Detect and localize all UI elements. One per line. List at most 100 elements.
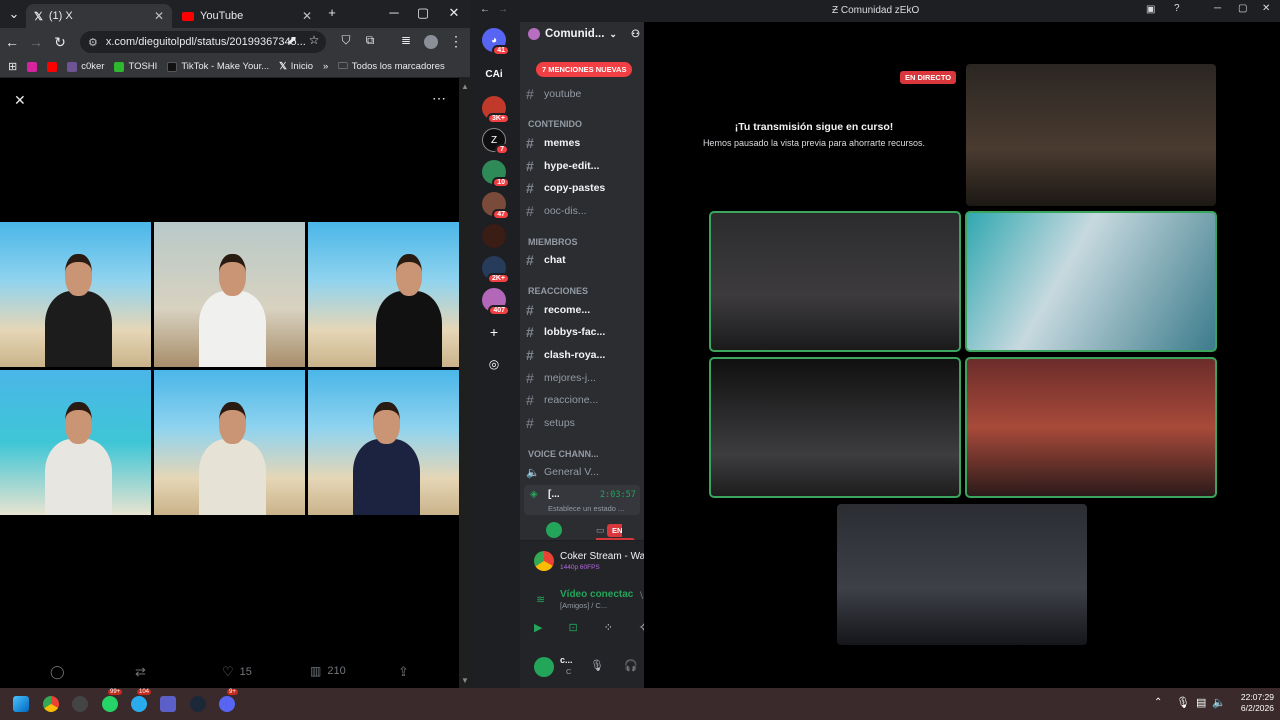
add-server-icon[interactable]: + <box>482 320 506 344</box>
video-tile[interactable] <box>965 357 1217 498</box>
channel-ooc[interactable]: # ooc-dis... <box>526 201 640 221</box>
channel-hype-edits[interactable]: # hype-edit... <box>526 156 640 176</box>
instagram-icon[interactable] <box>27 61 38 72</box>
channel-reacciones[interactable]: # reaccione... <box>526 390 640 410</box>
video-tile[interactable] <box>709 211 961 352</box>
close-icon[interactable]: ✕ <box>14 92 26 109</box>
discover-icon[interactable]: ◎ <box>482 352 506 376</box>
tweet-image[interactable] <box>308 370 459 515</box>
headphones-icon[interactable]: 🎧 <box>624 659 638 672</box>
install-app-icon[interactable]: ⬈ <box>280 33 304 47</box>
server-header[interactable]: Comunid... ⌄ ⚇ <box>528 28 640 40</box>
tab-youtube[interactable]: YouTube ✕ <box>174 4 320 28</box>
site-info-icon[interactable]: ⚙ <box>88 36 98 49</box>
server-icon[interactable] <box>482 224 506 248</box>
chevron-up-icon[interactable]: ⌃ <box>1154 697 1162 708</box>
server-icon[interactable]: 10 <box>482 160 510 188</box>
video-tile[interactable] <box>965 211 1217 352</box>
invite-people-icon[interactable]: ⚇ <box>631 29 640 40</box>
category-miembros[interactable]: MIEMBROS <box>528 237 578 247</box>
server-icon[interactable]: 2K+ <box>482 256 510 284</box>
microphone-icon[interactable]: 🎙 <box>1176 696 1190 709</box>
channel-clash-royale[interactable]: # clash-roya... <box>526 345 640 365</box>
app-grid-icon[interactable] <box>160 696 176 712</box>
mentions-banner[interactable]: 7 MENCIONES NUEVAS <box>536 62 633 77</box>
bookmark-c0ker[interactable]: c0ker <box>67 61 104 72</box>
channel-setups[interactable]: # setups <box>526 413 640 433</box>
channel-recomendaciones[interactable]: # recome... <box>526 300 640 320</box>
whatsapp-icon[interactable]: 99+ <box>102 689 123 712</box>
minimize-icon[interactable]: ─ <box>1214 3 1221 14</box>
noise-suppression-icon[interactable]: ⧵ <box>640 591 643 602</box>
close-tab-icon[interactable]: ✕ <box>302 9 312 23</box>
video-tile[interactable] <box>709 357 961 498</box>
repost-button[interactable]: ⇄ <box>135 664 146 680</box>
back-icon[interactable]: ← <box>0 34 24 50</box>
steam-icon[interactable] <box>190 696 206 712</box>
bookmark-inicio[interactable]: 𝕏 Inicio <box>279 61 313 72</box>
chrome-icon[interactable] <box>43 696 59 712</box>
voice-channel-general[interactable]: 🔈 General V... <box>526 462 640 482</box>
forward-icon[interactable]: → <box>24 34 48 50</box>
youtube-icon[interactable] <box>47 61 58 72</box>
tweet-image[interactable] <box>0 222 151 367</box>
close-tab-icon[interactable]: ✕ <box>154 9 164 23</box>
category-voice[interactable]: VOICE CHANN... <box>528 449 599 459</box>
media-controls-icon[interactable]: ≣ <box>394 33 418 47</box>
camera-icon[interactable]: ▶ <box>534 621 542 634</box>
reload-icon[interactable]: ↻ <box>48 34 72 51</box>
scroll-down-icon[interactable]: ▼ <box>461 676 469 685</box>
bookmark-toshi[interactable]: TOSHI <box>114 61 157 72</box>
streamer-avatar[interactable] <box>546 522 562 538</box>
tweet-image[interactable] <box>0 370 151 515</box>
close-window-icon[interactable]: ✕ <box>1262 3 1270 14</box>
discord-icon[interactable]: 9+ <box>219 689 238 712</box>
direct-messages-icon[interactable]: ◕ 41 <box>482 28 510 56</box>
all-bookmarks-button[interactable]: 🗀 Todos los marcadores <box>338 59 444 75</box>
views-button[interactable]: ▥ 210 <box>310 664 346 678</box>
share-button[interactable]: ⇪ <box>398 664 409 680</box>
volume-icon[interactable]: 🔈 <box>1212 696 1226 709</box>
forward-icon[interactable]: → <box>498 4 508 15</box>
channel-memes[interactable]: # memes <box>526 133 640 153</box>
server-icon-zeko[interactable]: Z7 <box>482 128 509 155</box>
channel-mejores[interactable]: # mejores-j... <box>526 368 640 388</box>
shield-icon[interactable]: ⛉ <box>334 33 358 48</box>
bookmarks-overflow-button[interactable]: » <box>323 61 328 72</box>
like-button[interactable]: ♡ 15 <box>222 664 252 680</box>
category-contenido[interactable]: CONTENIDO <box>528 119 582 129</box>
extensions-icon[interactable]: ⧉ <box>358 33 382 48</box>
maximize-icon[interactable]: ▢ <box>411 5 435 21</box>
telegram-icon[interactable]: 104 <box>131 689 152 712</box>
obs-icon[interactable] <box>72 696 88 712</box>
close-window-icon[interactable]: ✕ <box>442 5 466 21</box>
tab-x[interactable]: 𝕏 (1) X ✕ <box>26 4 172 28</box>
channel-copy-pastes[interactable]: # copy-pastes <box>526 178 640 198</box>
help-icon[interactable]: ? <box>1174 3 1180 14</box>
more-options-icon[interactable]: ⋯ <box>432 90 446 107</box>
new-tab-button[interactable]: + <box>320 5 344 20</box>
video-tile[interactable] <box>966 64 1216 206</box>
network-icon[interactable]: ▤ <box>1196 696 1206 709</box>
back-icon[interactable]: ← <box>480 4 490 15</box>
channel-youtube[interactable]: # youtube <box>526 84 640 104</box>
tab-search-button[interactable]: ⌄ <box>2 6 26 22</box>
microphone-icon[interactable]: 🎙 <box>590 659 604 672</box>
scroll-up-icon[interactable]: ▲ <box>461 82 469 91</box>
page-scrollbar[interactable]: ▲ ▼ <box>459 78 470 688</box>
server-icon[interactable]: 47 <box>482 192 510 220</box>
channel-lobbys[interactable]: # lobbys-fac... <box>526 322 640 342</box>
tweet-image[interactable] <box>308 222 459 367</box>
windows-start-icon[interactable] <box>13 696 29 712</box>
server-icon[interactable]: 3K+ <box>482 96 510 124</box>
apps-grid-icon[interactable]: ⊞ <box>8 60 17 73</box>
category-reacciones[interactable]: REACCIONES <box>528 286 588 296</box>
share-screen-icon[interactable]: ⊡ <box>568 621 577 634</box>
minimize-icon[interactable]: ─ <box>382 5 406 20</box>
maximize-icon[interactable]: ▢ <box>1238 3 1247 14</box>
video-tile[interactable] <box>837 504 1087 645</box>
activities-icon[interactable]: ⁘ <box>604 621 613 634</box>
tweet-image[interactable] <box>154 222 305 367</box>
user-avatar[interactable] <box>534 657 554 677</box>
menu-kebab-icon[interactable]: ⋮ <box>444 33 468 50</box>
